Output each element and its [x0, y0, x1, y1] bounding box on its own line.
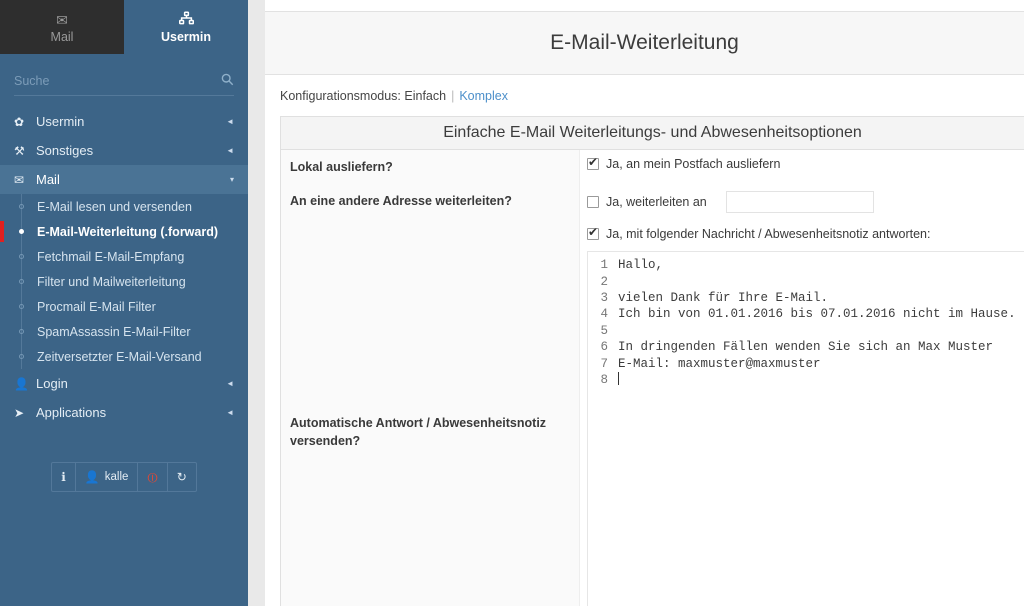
page-title: E-Mail-Weiterleitung: [550, 31, 739, 54]
sidebar-item-procmail[interactable]: Procmail E-Mail Filter: [0, 294, 248, 319]
logout-icon: ⏼: [147, 469, 158, 485]
editor-textarea[interactable]: Hallo, vielen Dank für Ihre E-Mail. Ich …: [614, 252, 1024, 606]
sidebar-item-applications-label: Applications: [36, 405, 107, 420]
chevron-left-icon: ◄: [226, 116, 234, 126]
active-marker: [0, 221, 4, 242]
bullet-icon: [14, 279, 29, 284]
sidebar-item-usermin[interactable]: ✿ Usermin ◄: [0, 107, 248, 136]
sidebar-item-filter-forward[interactable]: Filter und Mailweiterleitung: [0, 269, 248, 294]
page-header: E-Mail-Weiterleitung: [265, 11, 1024, 75]
row-forward-address-label: An eine andere Adresse weiterleiten?: [281, 184, 580, 221]
text-caret: [618, 371, 619, 385]
rocket-icon: ➤: [14, 405, 25, 420]
tab-usermin[interactable]: Usermin: [124, 0, 248, 54]
main-content: E-Mail-Weiterleitung Konfigurationsmodus…: [265, 0, 1024, 606]
envelope-icon: ✉: [14, 172, 25, 187]
list-item: Zeitversetzter E-Mail-Versand: [37, 349, 202, 364]
app-window: ✉ Mail Usermin Suche ✿ Usermin ◄ ⚒ Sonst…: [0, 0, 1024, 606]
row-autoreply-label: Automatische Antwort / Abwesenheitsnotiz…: [281, 220, 580, 606]
sidebar-item-read-send[interactable]: E-Mail lesen und versenden: [0, 194, 248, 219]
tools-icon: ⚒: [14, 143, 25, 158]
search-bar[interactable]: [14, 66, 234, 96]
options-panel-header: Einfache E-Mail Weiterleitungs- und Abwe…: [281, 117, 1024, 150]
config-mode-bar: Konfigurationsmodus: Einfach | Komplex: [265, 75, 1024, 116]
config-mode-komplex-link[interactable]: Komplex: [459, 89, 508, 103]
sidebar-item-sonstiges[interactable]: ⚒ Sonstiges ◄: [0, 136, 248, 165]
chevron-left-icon: ◄: [226, 145, 234, 155]
chevron-left-icon: ◄: [226, 407, 234, 417]
autoreply-editor[interactable]: 1 2 3 4 5 6 7 8 Hallo, vielen Dank für I…: [587, 251, 1024, 606]
row-forward-address: An eine andere Adresse weiterleiten? Ja,…: [281, 184, 1024, 221]
sidebar: ✉ Mail Usermin Suche ✿ Usermin ◄ ⚒ Sonst…: [0, 0, 248, 606]
row-local-delivery-controls: Ja, an mein Postfach ausliefern: [580, 150, 1024, 185]
sidebar-bottom-toolbar: ℹ 👤 kalle ⏼ ↻: [0, 462, 248, 492]
sidebar-item-delayed-send[interactable]: Zeitversetzter E-Mail-Versand: [0, 344, 248, 369]
refresh-button[interactable]: ↻: [168, 463, 196, 491]
forward-checkbox-label[interactable]: Ja, weiterleiten an: [606, 195, 707, 209]
list-item: E-Mail-Weiterleitung (.forward): [37, 224, 219, 239]
chevron-down-icon: ▾: [229, 174, 234, 184]
info-button[interactable]: ℹ: [52, 463, 76, 491]
user-button[interactable]: 👤 kalle: [76, 463, 139, 491]
layout-gap: [248, 0, 265, 606]
row-autoreply-controls: Ja, mit folgender Nachricht / Abwesenhei…: [580, 220, 1024, 606]
sidebar-item-login[interactable]: 👤 Login ◄: [0, 369, 248, 398]
gear-icon: ✿: [14, 114, 25, 129]
local-delivery-checkbox[interactable]: [587, 155, 599, 170]
autoreply-checkbox-label[interactable]: Ja, mit folgender Nachricht / Abwesenhei…: [606, 227, 930, 241]
sidebar-item-forward[interactable]: E-Mail-Weiterleitung (.forward): [0, 219, 248, 244]
sidebar-item-fetchmail[interactable]: Fetchmail E-Mail-Empfang: [0, 244, 248, 269]
user-button-label: kalle: [104, 471, 129, 483]
info-icon: ℹ: [61, 470, 66, 484]
chevron-left-icon: ◄: [226, 378, 234, 388]
user-icon: 👤: [84, 470, 100, 484]
sidebar-item-mail[interactable]: ✉ Mail ▾: [0, 165, 248, 194]
sitemap-icon: [178, 10, 194, 29]
list-item: SpamAssassin E-Mail-Filter: [37, 324, 191, 339]
bullet-icon: [14, 304, 29, 309]
row-local-delivery: Lokal ausliefern? Ja, an mein Postfach a…: [281, 150, 1024, 185]
list-item: Fetchmail E-Mail-Empfang: [37, 249, 185, 264]
config-mode-label: Konfigurationsmodus: Einfach: [280, 89, 447, 103]
search-input[interactable]: [14, 73, 217, 88]
envelope-icon: ✉: [56, 11, 68, 28]
sidebar-item-spamassassin[interactable]: SpamAssassin E-Mail-Filter: [0, 319, 248, 344]
local-delivery-checkbox-label[interactable]: Ja, an mein Postfach ausliefern: [606, 157, 780, 171]
sidebar-item-applications[interactable]: ➤ Applications ◄: [0, 398, 248, 427]
list-item: E-Mail lesen und versenden: [37, 199, 192, 214]
autoreply-checkbox[interactable]: [587, 225, 599, 241]
bullet-icon: [14, 329, 29, 334]
sidebar-item-mail-label: Mail: [36, 172, 60, 187]
row-forward-address-controls: Ja, weiterleiten an: [580, 184, 1024, 221]
tab-usermin-label: Usermin: [160, 29, 212, 44]
refresh-icon: ↻: [176, 470, 187, 484]
options-panel-title: Einfache E-Mail Weiterleitungs- und Abwe…: [443, 124, 862, 141]
bullet-icon: [14, 204, 29, 209]
forward-checkbox[interactable]: [587, 196, 599, 209]
sidebar-item-login-label: Login: [36, 376, 68, 391]
logout-button[interactable]: ⏼: [138, 463, 168, 491]
row-autoreply: Automatische Antwort / Abwesenheitsnotiz…: [281, 220, 1024, 606]
list-item: Filter und Mailweiterleitung: [37, 274, 186, 289]
bullet-icon: [14, 254, 29, 259]
sidebar-nav: ✿ Usermin ◄ ⚒ Sonstiges ◄ ✉ Mail ▾ E-Mai…: [0, 107, 248, 427]
tab-mail[interactable]: ✉ Mail: [0, 0, 124, 54]
sidebar-item-sonstiges-label: Sonstiges: [36, 143, 94, 158]
sidebar-submenu-mail: E-Mail lesen und versenden E-Mail-Weiter…: [0, 194, 248, 369]
user-icon: 👤: [14, 376, 29, 391]
separator: |: [451, 89, 455, 103]
editor-line-numbers: 1 2 3 4 5 6 7 8: [600, 258, 608, 387]
sidebar-item-usermin-label: Usermin: [36, 114, 85, 129]
bullet-icon: [14, 229, 29, 234]
bullet-icon: [14, 354, 29, 359]
options-panel: Einfache E-Mail Weiterleitungs- und Abwe…: [280, 116, 1024, 606]
tab-mail-label: Mail: [50, 29, 74, 44]
search-icon[interactable]: [217, 73, 234, 89]
sidebar-tabs: ✉ Mail Usermin: [0, 0, 248, 54]
forward-address-input[interactable]: [725, 191, 874, 214]
row-local-delivery-label: Lokal ausliefern?: [281, 150, 580, 185]
list-item: Procmail E-Mail Filter: [37, 299, 156, 314]
